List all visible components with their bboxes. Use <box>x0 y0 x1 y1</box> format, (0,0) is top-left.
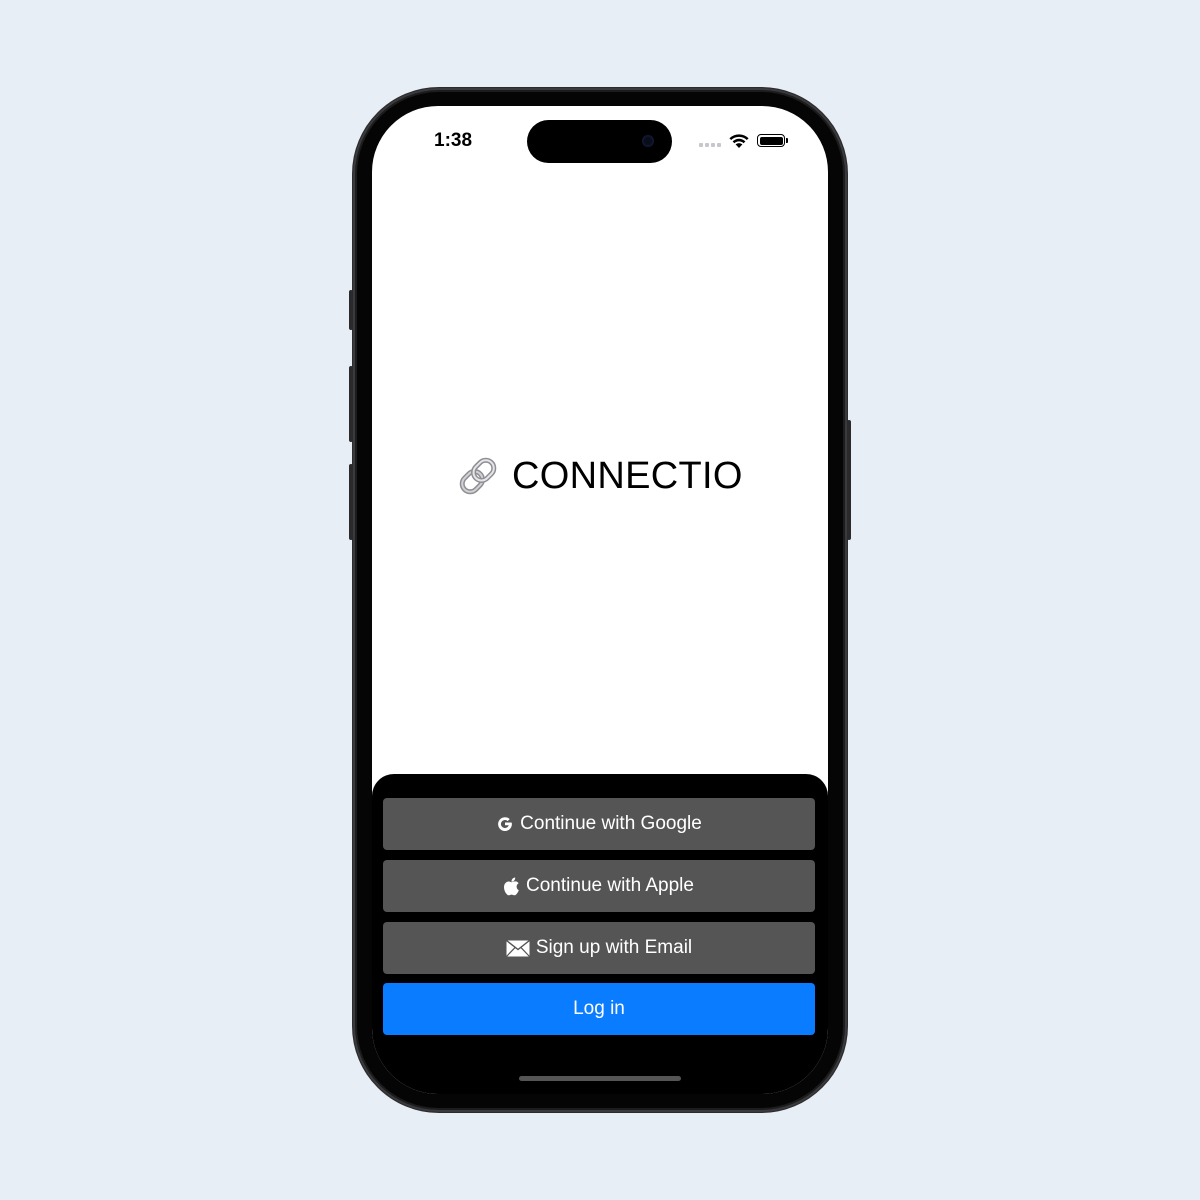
camera-icon <box>642 135 654 147</box>
screen: 1:38 CONNECTIO Continue with Google Cont… <box>372 106 828 1094</box>
google-icon <box>496 815 514 833</box>
email-button-label: Sign up with Email <box>535 937 693 958</box>
sign-up-with-email-button[interactable]: Sign up with Email <box>383 922 815 974</box>
dynamic-island <box>527 120 672 163</box>
continue-with-apple-button[interactable]: Continue with Apple <box>383 860 815 912</box>
apple-button-label: Continue with Apple <box>526 875 694 896</box>
envelope-icon <box>505 939 530 957</box>
wifi-icon <box>729 134 749 148</box>
home-indicator <box>519 1076 681 1081</box>
battery-icon <box>757 134 785 147</box>
power-button <box>847 420 851 540</box>
link-icon <box>459 457 497 495</box>
login-button-label: Log in <box>573 998 625 1019</box>
login-button[interactable]: Log in <box>383 983 815 1035</box>
auth-sheet: Continue with Google Continue with Apple… <box>372 774 828 1094</box>
action-button <box>349 290 353 330</box>
continue-with-google-button[interactable]: Continue with Google <box>383 798 815 850</box>
google-button-label: Continue with Google <box>520 813 702 834</box>
battery-tip <box>786 138 788 143</box>
status-time: 1:38 <box>434 130 473 151</box>
volume-down-button <box>349 464 353 540</box>
volume-up-button <box>349 366 353 442</box>
signal-icon <box>699 143 721 147</box>
brand-logo: CONNECTIO <box>456 454 743 498</box>
apple-icon <box>504 877 520 896</box>
brand-name: CONNECTIO <box>512 454 743 497</box>
